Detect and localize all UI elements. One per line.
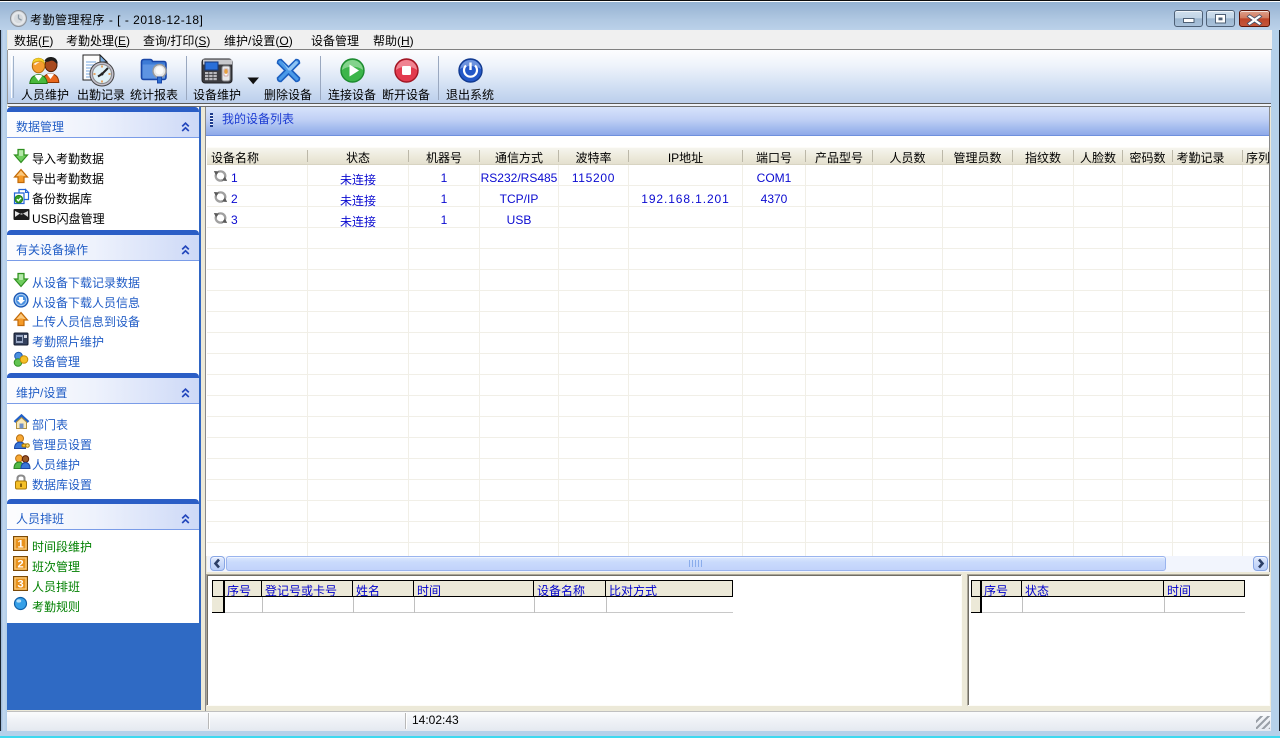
svg-text:1: 1 [17,539,23,551]
svg-text:2: 2 [17,559,23,571]
svg-text:3: 3 [17,579,23,591]
